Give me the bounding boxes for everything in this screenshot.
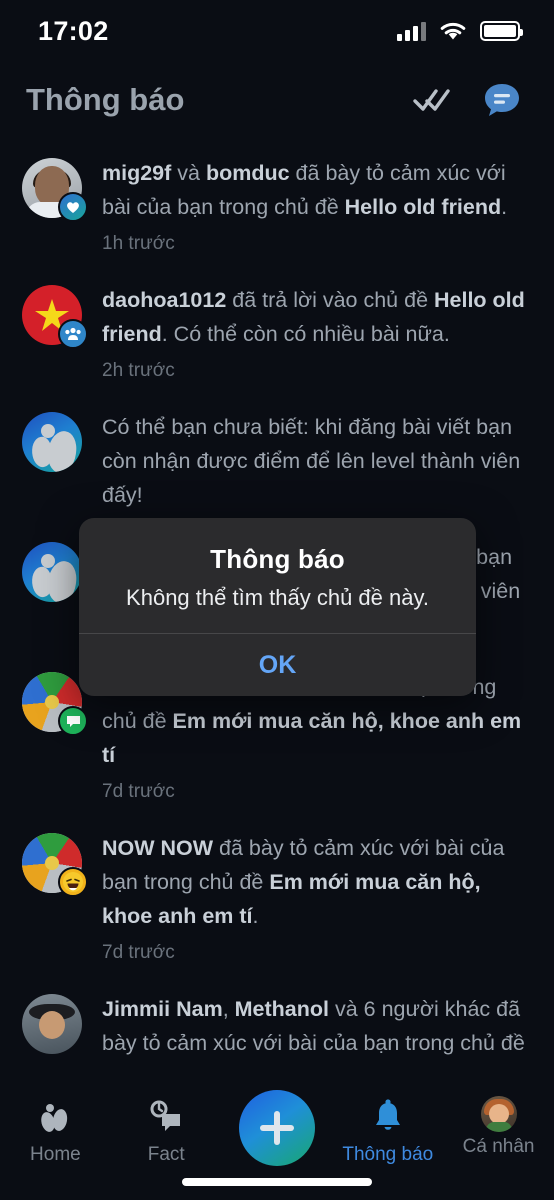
phone-screen: 17:02 Thông báo mig29f và bomduc đã bày … (0, 0, 554, 1200)
dialog-title: Thông báo (210, 544, 345, 574)
fact-chat-icon (150, 1100, 181, 1131)
dialog-body: Thông báo Không thể tìm thấy chủ đề này. (79, 518, 476, 633)
dialog-ok-button[interactable]: OK (79, 634, 476, 696)
tab-label-profile: Cá nhân (462, 1136, 535, 1157)
home-indicator (182, 1178, 372, 1186)
alert-dialog: Thông báo Không thể tìm thấy chủ đề này.… (79, 518, 476, 696)
profile-avatar-icon (480, 1096, 517, 1132)
tab-label-home: Home (30, 1144, 81, 1165)
dialog-message: Không thể tìm thấy chủ đề này. (126, 585, 429, 610)
tab-notifications[interactable]: Thông báo (332, 1096, 443, 1166)
plus-fab-icon[interactable] (238, 1090, 315, 1166)
tab-profile[interactable]: Cá nhân (443, 1096, 554, 1158)
dialog-overlay: Thông báo Không thể tìm thấy chủ đề này.… (0, 0, 554, 1200)
bell-icon (375, 1099, 400, 1130)
tab-create[interactable] (222, 1090, 333, 1166)
tab-label-fact: Fact (147, 1144, 185, 1165)
leaf-home-icon (41, 1104, 68, 1132)
tab-fact[interactable]: Fact (111, 1096, 222, 1166)
tab-label-notifications: Thông báo (342, 1144, 434, 1165)
tab-home[interactable]: Home (0, 1096, 111, 1166)
